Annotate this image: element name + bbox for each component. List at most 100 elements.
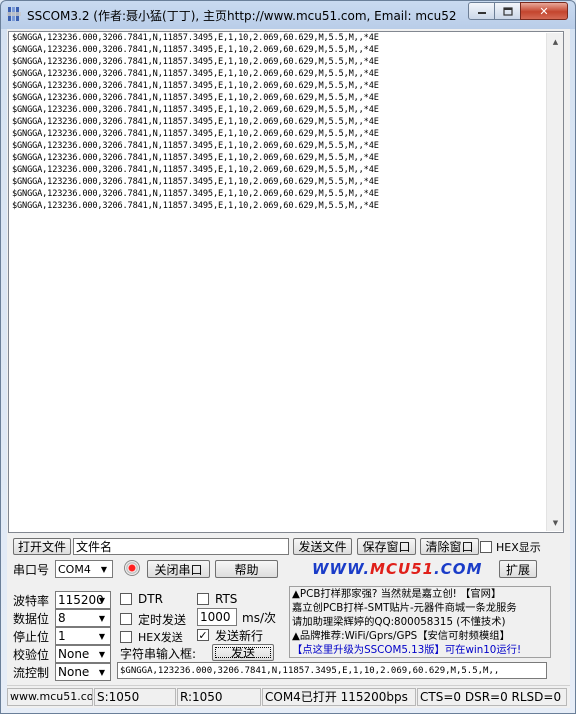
vertical-scrollbar[interactable]: ▲ ▼ [546,33,563,531]
timed-send-label: 定时发送 [138,612,187,627]
send-newline-option[interactable]: ✓ 发送新行 [197,627,263,643]
hex-send-checkbox[interactable] [120,631,132,643]
output-lines: $GNGGA,123236.000,3206.7841,N,11857.3495… [9,32,563,212]
save-window-button[interactable]: 保存窗口 [357,538,416,555]
send-newline-checkbox[interactable]: ✓ [197,628,209,642]
chevron-down-icon[interactable]: ▼ [94,664,110,680]
close-button[interactable]: ✕ [520,2,568,20]
send-button[interactable]: 发送 [212,644,274,661]
timed-send-checkbox[interactable] [120,613,132,625]
client-area: $GNGGA,123236.000,3206.7841,N,11857.3495… [7,29,570,708]
flow-control-label: 流控制 [13,665,50,680]
output-line: $GNGGA,123236.000,3206.7841,N,11857.3495… [12,189,379,199]
interval-input[interactable]: 1000 [197,608,237,626]
chevron-down-icon[interactable]: ▼ [94,610,110,626]
hex-send-label: HEX发送 [138,631,183,644]
ad-panel: ▲PCB打样那家强? 当然就是嘉立创! 【官网】 嘉立创PCB打样-SMT贴片-… [289,586,551,658]
scroll-up-icon[interactable]: ▲ [547,33,563,50]
input-box-label: 字符串输入框: [120,646,197,661]
hex-display-option[interactable]: HEX显示 [480,539,541,555]
send-input[interactable]: $GNGGA,123236.000,3206.7841,N,11857.3495… [117,662,547,679]
minimize-icon [477,12,486,14]
output-line: $GNGGA,123236.000,3206.7841,N,11857.3495… [12,129,379,139]
output-line: $GNGGA,123236.000,3206.7841,N,11857.3495… [12,141,379,151]
title-bar[interactable]: SSCOM3.2 (作者:聂小猛(丁丁), 主页http://www.mcu51… [1,1,575,29]
chevron-down-icon[interactable]: ▼ [96,561,112,577]
hex-send-option[interactable]: HEX发送 [120,629,183,645]
port-label: 串口号 [13,562,50,577]
help-button[interactable]: 帮助 [215,560,278,578]
open-file-button[interactable]: 打开文件 [13,538,71,555]
output-line: $GNGGA,123236.000,3206.7841,N,11857.3495… [12,117,379,127]
ad-line[interactable]: ▲PCB打样那家强? 当然就是嘉立创! 【官网】 [292,587,550,601]
output-line: $GNGGA,123236.000,3206.7841,N,11857.3495… [12,177,379,187]
upgrade-link[interactable]: 【点这里升级为SSCOM5.13版】可在win10运行! [292,643,550,657]
hex-display-checkbox[interactable] [480,541,492,553]
output-line: $GNGGA,123236.000,3206.7841,N,11857.3495… [12,33,379,43]
file-name-input[interactable]: 文件名 [73,538,289,555]
expand-button[interactable]: 扩展 [499,560,537,578]
baud-label: 波特率 [13,593,50,608]
chevron-down-icon[interactable]: ▼ [94,628,110,644]
receive-output[interactable]: $GNGGA,123236.000,3206.7841,N,11857.3495… [8,31,564,533]
send-file-button[interactable]: 发送文件 [293,538,352,555]
status-bar: www.mcu51.com S:1050 R:1050 COM4已打开 1152… [7,685,570,708]
output-line: $GNGGA,123236.000,3206.7841,N,11857.3495… [12,57,379,67]
status-port-state: COM4已打开 115200bps [262,688,416,706]
rts-option[interactable]: RTS [197,591,237,607]
brand-link[interactable]: WWW.MCU51.COM [312,560,482,578]
parity-value: None [58,647,90,661]
data-bits-label: 数据位 [13,611,50,626]
clear-window-button[interactable]: 清除窗口 [420,538,479,555]
rts-label: RTS [215,592,238,606]
flow-control-value: None [58,665,90,679]
dtr-label: DTR [138,592,163,606]
brand-part-1: WWW. [312,560,371,578]
brand-part-3: .COM [434,560,483,578]
data-bits-value: 8 [58,611,66,625]
rts-checkbox[interactable] [197,593,209,605]
port-status-led-icon [124,560,140,576]
output-line: $GNGGA,123236.000,3206.7841,N,11857.3495… [12,105,379,115]
status-sent-count: S:1050 [94,688,176,706]
data-bits-select[interactable]: 8 ▼ [55,609,111,627]
output-line: $GNGGA,123236.000,3206.7841,N,11857.3495… [12,153,379,163]
output-line: $GNGGA,123236.000,3206.7841,N,11857.3495… [12,69,379,79]
app-window: SSCOM3.2 (作者:聂小猛(丁丁), 主页http://www.mcu51… [0,0,576,714]
chevron-down-icon[interactable]: ▼ [94,592,110,608]
interval-unit: ms/次 [242,610,276,625]
output-line: $GNGGA,123236.000,3206.7841,N,11857.3495… [12,45,379,55]
status-signals: CTS=0 DSR=0 RLSD=0 [417,688,567,706]
chevron-down-icon[interactable]: ▼ [94,646,110,662]
flow-control-select[interactable]: None ▼ [55,663,111,681]
hex-display-label: HEX显示 [496,541,541,554]
ad-line[interactable]: ▲品牌推荐:WiFi/Gprs/GPS【安信可射频模组】 [292,629,550,643]
dtr-option[interactable]: DTR [120,591,163,607]
output-line: $GNGGA,123236.000,3206.7841,N,11857.3495… [12,201,379,211]
minimize-button[interactable] [468,2,495,20]
timed-send-option[interactable]: 定时发送 [120,611,186,627]
ad-line[interactable]: 嘉立创PCB打样-SMT贴片-元器件商城一条龙服务 [292,601,550,615]
brand-part-2: MCU51 [370,560,435,578]
output-line: $GNGGA,123236.000,3206.7841,N,11857.3495… [12,93,379,103]
maximize-button[interactable] [494,2,521,20]
stop-bits-select[interactable]: 1 ▼ [55,627,111,645]
stop-bits-value: 1 [58,629,66,643]
baud-select[interactable]: 115200 ▼ [55,591,111,609]
status-site: www.mcu51.com [7,688,93,706]
maximize-icon [502,6,513,16]
status-received-count: R:1050 [177,688,261,706]
scroll-down-icon[interactable]: ▼ [547,514,563,531]
parity-label: 校验位 [13,647,50,662]
ad-line[interactable]: 请加助理梁辉婷的QQ:800058315 (不懂技术) [292,615,550,629]
checkmark-icon: ✓ [198,628,208,642]
app-icon [7,7,21,21]
dtr-checkbox[interactable] [120,593,132,605]
port-value: COM4 [58,562,91,576]
port-select[interactable]: COM4 ▼ [55,560,113,578]
stop-bits-label: 停止位 [13,629,50,644]
close-icon: ✕ [539,4,549,18]
parity-select[interactable]: None ▼ [55,645,111,663]
close-port-button[interactable]: 关闭串口 [147,560,210,578]
window-title: SSCOM3.2 (作者:聂小猛(丁丁), 主页http://www.mcu51… [27,9,457,23]
